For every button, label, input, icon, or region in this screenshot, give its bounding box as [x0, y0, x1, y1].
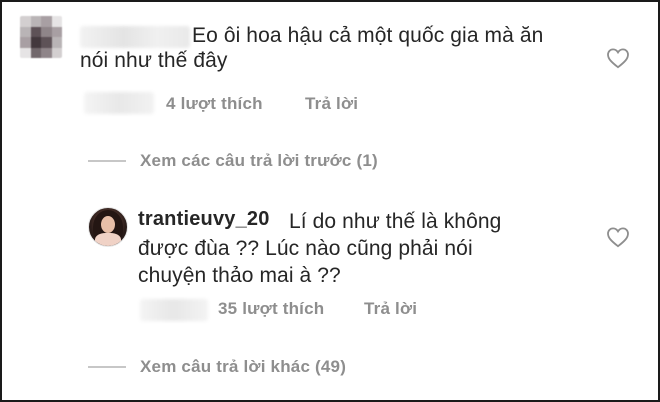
- commenter-avatar-blurred[interactable]: [20, 16, 62, 58]
- reply-like-heart-icon[interactable]: [606, 226, 630, 248]
- reply-author-avatar[interactable]: [88, 207, 128, 247]
- divider-line: [88, 366, 126, 368]
- like-heart-icon[interactable]: [606, 47, 630, 69]
- reply-likes-count[interactable]: 35 lượt thích: [218, 299, 324, 319]
- comment-reply-button[interactable]: Trả lời: [305, 94, 358, 114]
- reply-text-line2: được đùa ?? Lúc nào cũng phải nói: [138, 237, 473, 260]
- comment-text-line1: Eo ôi hoa hậu cả một quốc gia mà ăn: [192, 24, 544, 47]
- reply-text-line3: chuyện thảo mai à ??: [138, 264, 341, 287]
- reply-time-blurred: [140, 299, 208, 321]
- view-previous-replies-link[interactable]: Xem các câu trả lời trước (1): [140, 151, 378, 171]
- commenter-username-blurred[interactable]: [80, 26, 190, 48]
- reply-reply-button[interactable]: Trả lời: [364, 299, 417, 319]
- view-other-replies-link[interactable]: Xem câu trả lời khác (49): [140, 357, 346, 377]
- comment-text-line2: nói như thế đây: [80, 49, 228, 72]
- comments-panel: Eo ôi hoa hậu cả một quốc gia mà ăn nói …: [0, 0, 660, 402]
- divider-line: [88, 160, 126, 162]
- comment-likes-count[interactable]: 4 lượt thích: [166, 94, 263, 114]
- reply-text-line1: Lí do như thế là không: [289, 210, 502, 233]
- reply-author-username[interactable]: trantieuvy_20: [138, 208, 270, 231]
- comment-time-blurred: [84, 92, 154, 114]
